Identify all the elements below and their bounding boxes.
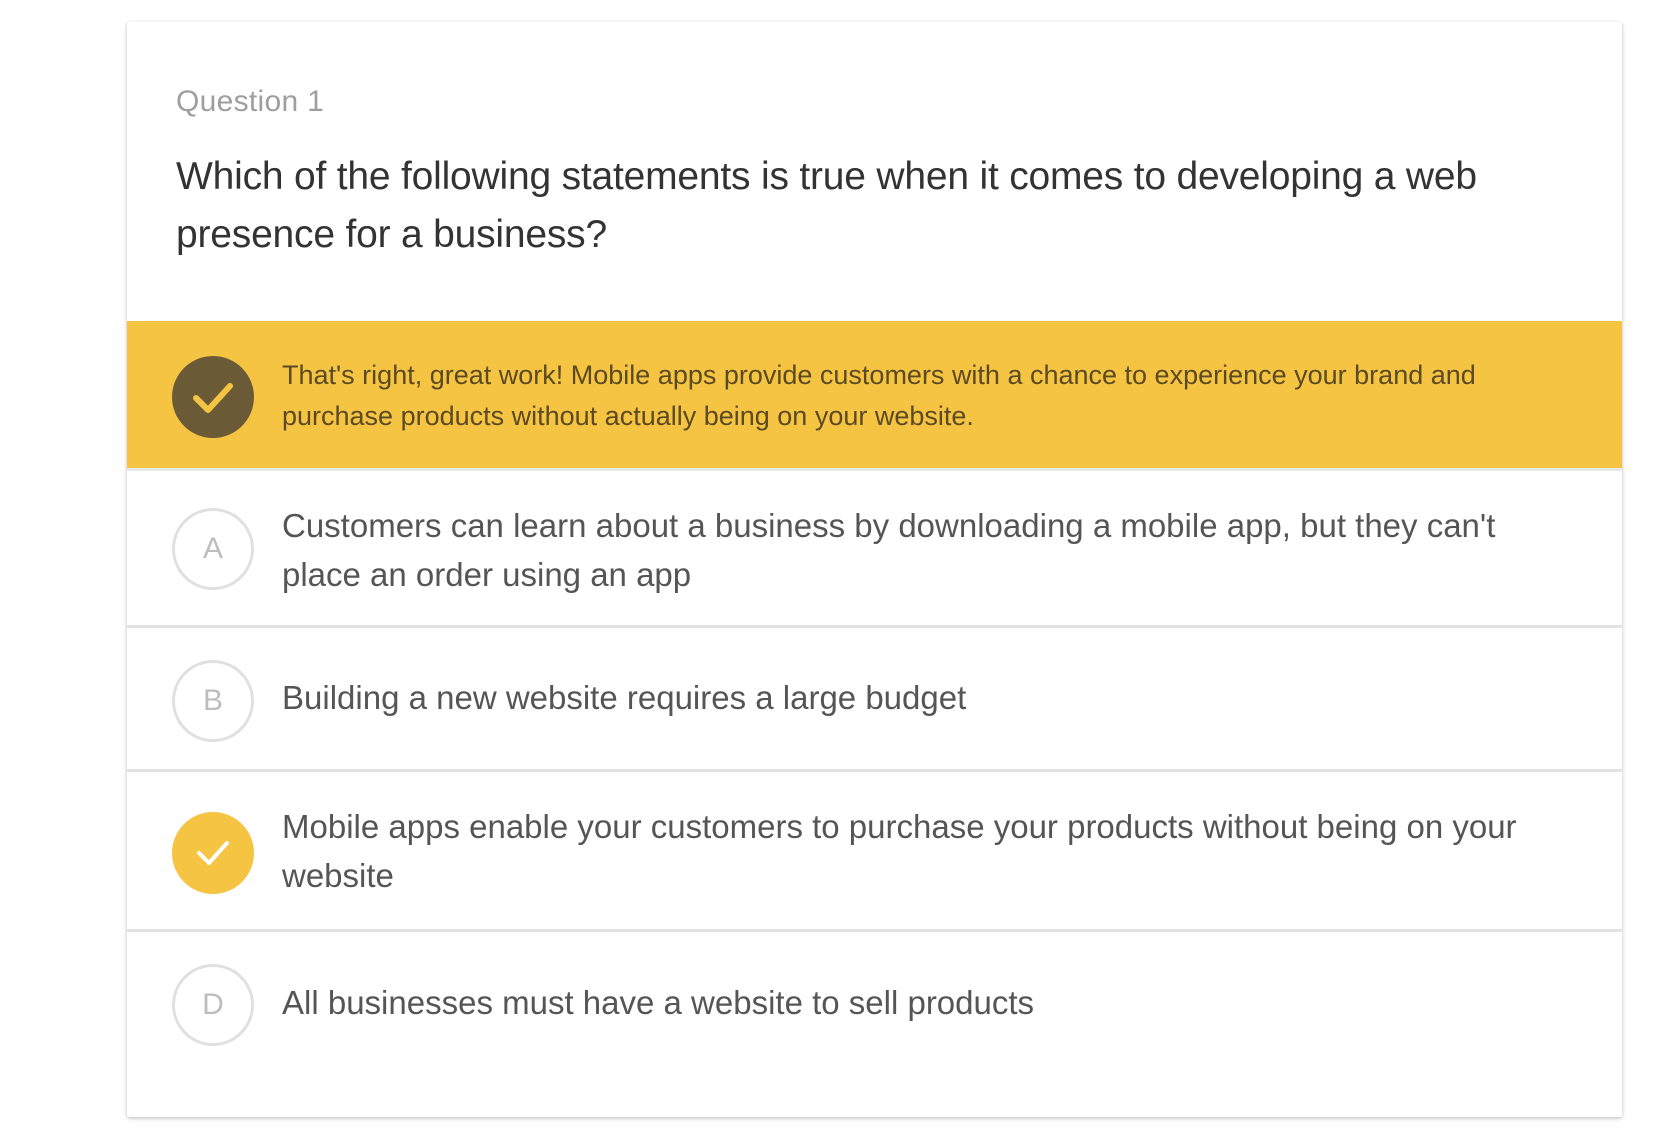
feedback-banner: That's right, great work! Mobile apps pr… [127, 321, 1622, 471]
check-icon [193, 383, 233, 413]
option-letter-d: D [172, 964, 254, 1046]
question-card: Question 1 Which of the following statem… [127, 22, 1622, 1117]
answer-option-a[interactable]: A Customers can learn about a business b… [127, 471, 1622, 628]
question-number: Question 1 [176, 85, 325, 118]
answer-option-d[interactable]: D All businesses must have a website to … [127, 932, 1622, 1077]
option-letter-b: B [172, 660, 254, 742]
option-selected-badge-c [172, 812, 254, 894]
option-text-a: Customers can learn about a business by … [282, 507, 1496, 593]
option-text-d: All businesses must have a website to se… [282, 984, 1035, 1021]
option-text-b: Building a new website requires a large … [282, 679, 967, 716]
check-icon [197, 841, 229, 865]
option-text-c: Mobile apps enable your customers to pur… [282, 808, 1517, 894]
question-header: Question 1 Which of the following statem… [176, 84, 1586, 264]
answer-option-c[interactable]: Mobile apps enable your customers to pur… [127, 772, 1622, 932]
feedback-message: That's right, great work! Mobile apps pr… [282, 360, 1476, 431]
question-text: Which of the following statements is tru… [176, 155, 1477, 256]
feedback-check-badge [172, 356, 254, 438]
answer-option-b[interactable]: B Building a new website requires a larg… [127, 628, 1622, 772]
option-letter-a: A [172, 508, 254, 590]
